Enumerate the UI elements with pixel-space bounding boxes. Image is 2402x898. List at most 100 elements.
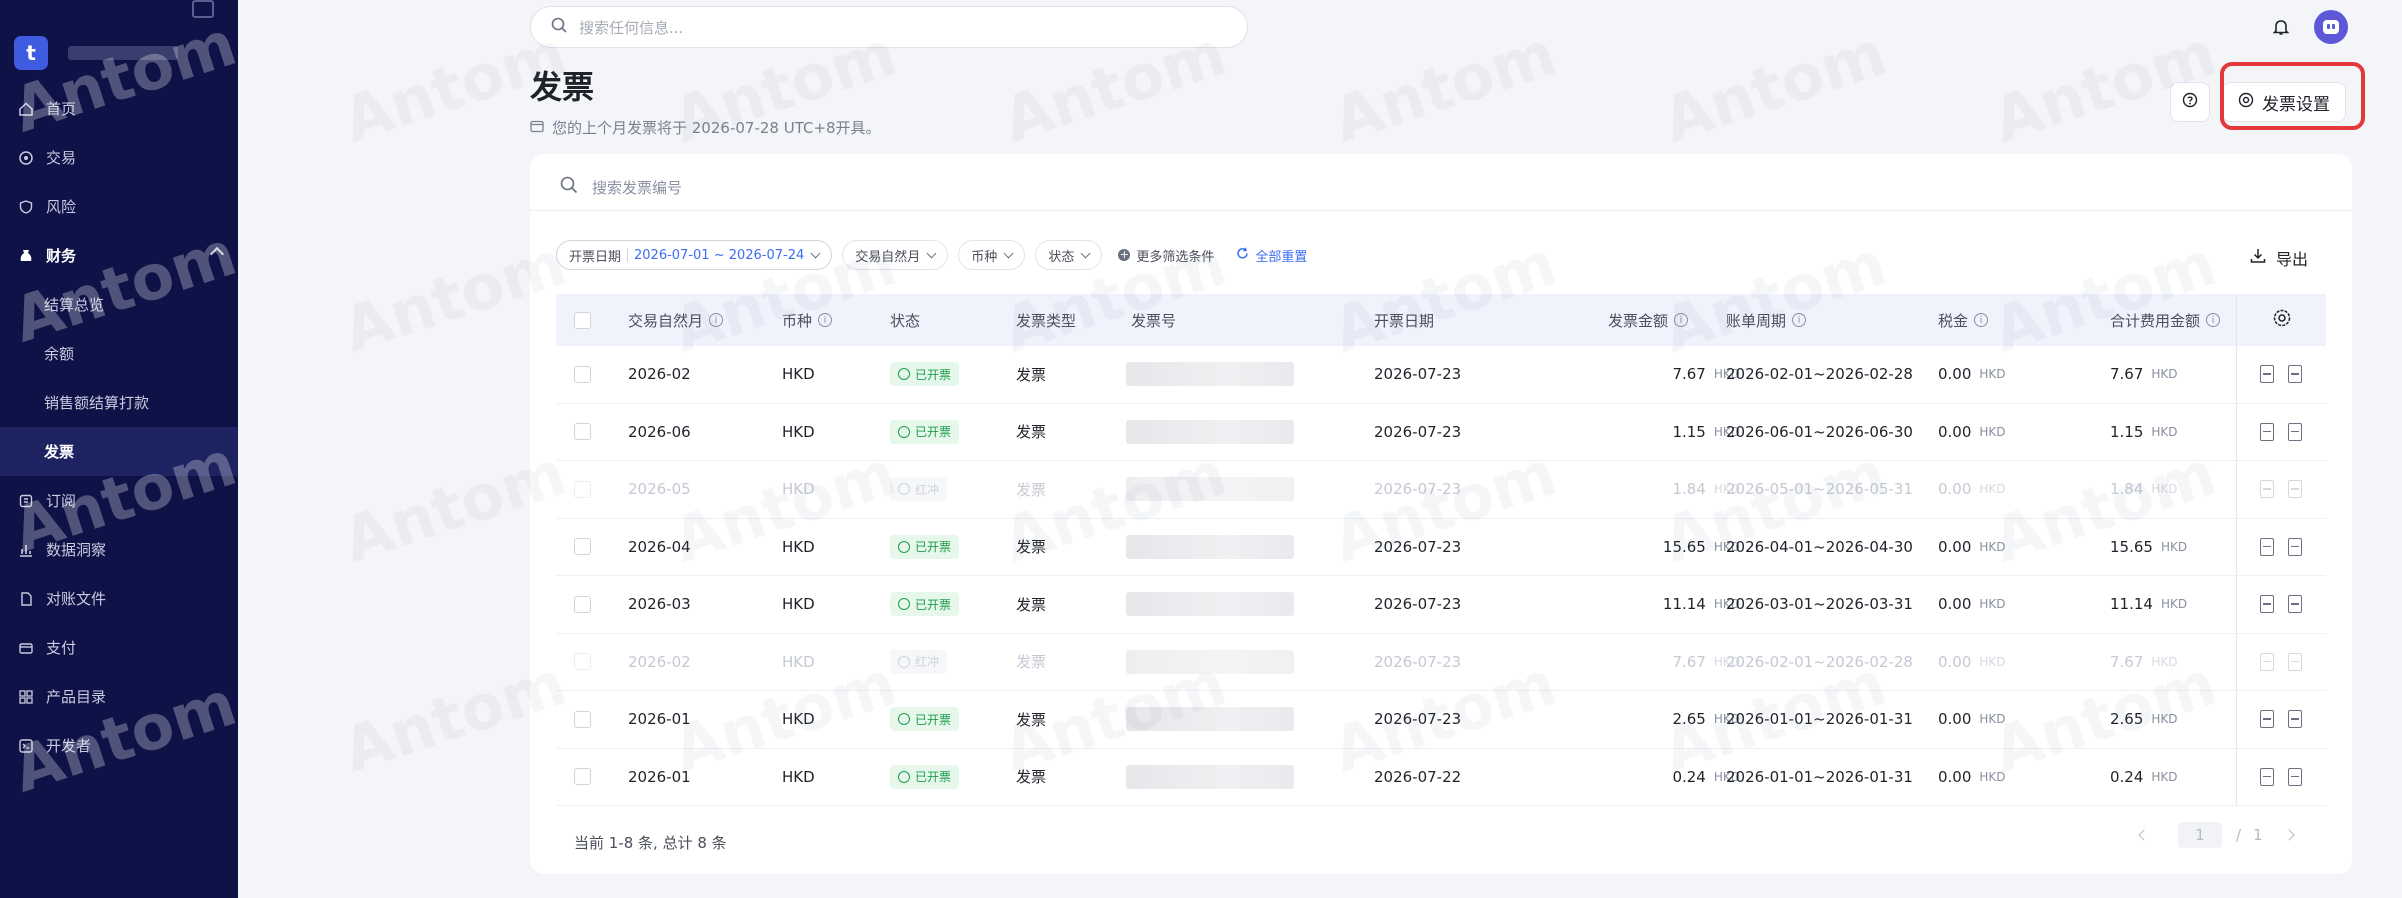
- table-row[interactable]: 2026-02 HKD 红冲 发票 2026-07-23 7.67 HKD 2026-02-0…: [556, 633, 2326, 691]
- export-button[interactable]: 导出: [2250, 246, 2308, 270]
- reset-all-button[interactable]: 全部重置: [1230, 246, 1307, 265]
- column-header[interactable]: 发票金额 i: [1608, 294, 1689, 346]
- table-row[interactable]: 2026-01 HKD 已开票 发票 2026-07-23 2.65 HKD 2026-01-…: [556, 691, 2326, 749]
- status-label: 已开票: [915, 425, 952, 440]
- sidebar-item-settlement-overview[interactable]: 结算总览: [0, 280, 238, 329]
- cell-tax: 0.00: [1938, 365, 1972, 384]
- table-row[interactable]: 2026-02 HKD 已开票 发票 2026-07-23 7.67 HKD 2026-02-…: [556, 346, 2326, 404]
- divider: [2236, 691, 2237, 748]
- download-invoice-icon[interactable]: [2288, 767, 2302, 786]
- column-header[interactable]: 交易自然月 i: [628, 294, 724, 346]
- sidebar-item-reconciliation-files[interactable]: 对账文件: [0, 574, 238, 623]
- column-settings-button[interactable]: [2272, 294, 2292, 346]
- sidebar-item-transactions[interactable]: 交易: [0, 133, 238, 182]
- sidebar-item-developer[interactable]: 开发者: [0, 721, 238, 770]
- view-invoice-icon[interactable]: [2260, 537, 2274, 556]
- column-header[interactable]: 账单周期 i: [1726, 294, 1807, 346]
- row-checkbox[interactable]: [574, 595, 591, 613]
- filter-label: 状态: [1048, 249, 1075, 265]
- view-invoice-icon[interactable]: [2260, 422, 2274, 441]
- cell-total-unit: HKD: [2151, 769, 2178, 784]
- table-row[interactable]: 2026-04 HKD 已开票 发票 2026-07-23 15.65 HKD 2026-04…: [556, 518, 2326, 576]
- invoice-number-search-input[interactable]: 搜索发票编号: [560, 176, 682, 198]
- cell-tax: 0.00: [1938, 710, 1972, 729]
- cell-month: 2026-02: [628, 365, 691, 384]
- status-filter[interactable]: 状态: [1035, 240, 1103, 270]
- view-invoice-icon[interactable]: [2260, 480, 2274, 499]
- table-row[interactable]: 2026-05 HKD 红冲 发票 2026-07-23 1.84 HKD 2026-05-0…: [556, 461, 2326, 519]
- status-label: 已开票: [915, 770, 952, 785]
- cell-billing-period: 2026-02-01~2026-02-28: [1726, 365, 1913, 384]
- invoice-date-filter[interactable]: 开票日期 2026-07-01 ~ 2026-07-24: [556, 240, 833, 270]
- current-page-input[interactable]: 1: [2178, 822, 2222, 848]
- row-checkbox[interactable]: [574, 710, 591, 728]
- row-checkbox[interactable]: [574, 653, 591, 671]
- sidebar-item-balance[interactable]: 余额: [0, 329, 238, 378]
- cell-amount: 15.65: [1662, 537, 1706, 556]
- download-invoice-icon[interactable]: [2288, 365, 2302, 384]
- chevron-left-icon[interactable]: [2138, 829, 2150, 841]
- cell-tax-unit: HKD: [1979, 424, 2006, 439]
- table-row[interactable]: 2026-06 HKD 已开票 发票 2026-07-23 1.15 HKD 2026-06-…: [556, 403, 2326, 461]
- download-invoice-icon[interactable]: [2288, 652, 2302, 671]
- help-button[interactable]: [2170, 82, 2210, 122]
- view-invoice-icon[interactable]: [2260, 365, 2274, 384]
- divider: [2236, 346, 2237, 403]
- download-invoice-icon[interactable]: [2288, 480, 2302, 499]
- cell-invoice-date: 2026-07-23: [1374, 365, 1462, 384]
- column-header[interactable]: 税金 i: [1938, 294, 1989, 346]
- cell-tax: 0.00: [1938, 767, 1972, 786]
- cell-total-unit: HKD: [2151, 424, 2178, 439]
- view-invoice-icon[interactable]: [2260, 595, 2274, 614]
- table-row[interactable]: 2026-03 HKD 已开票 发票 2026-07-23 11.14 HKD 2026-03…: [556, 576, 2326, 634]
- view-invoice-icon[interactable]: [2260, 652, 2274, 671]
- currency-filter[interactable]: 币种: [958, 240, 1026, 270]
- view-invoice-icon[interactable]: [2260, 710, 2274, 729]
- download-invoice-icon[interactable]: [2288, 537, 2302, 556]
- row-checkbox[interactable]: [574, 423, 591, 441]
- cell-total: 2.65: [2110, 710, 2144, 729]
- filter-label: 币种: [971, 249, 998, 265]
- sidebar-item-data-insights[interactable]: 数据洞察: [0, 525, 238, 574]
- table-row[interactable]: 2026-01 HKD 已开票 发票 2026-07-22 0.24 HKD 2026-01-…: [556, 748, 2326, 806]
- select-all-checkbox[interactable]: [574, 311, 591, 329]
- status-badge: 已开票: [890, 419, 960, 444]
- invoice-number-redacted: [1126, 477, 1294, 502]
- cell-tax-unit: HKD: [1979, 367, 2006, 382]
- row-checkbox[interactable]: [574, 480, 591, 498]
- row-checkbox[interactable]: [574, 365, 591, 383]
- column-header[interactable]: 币种 i: [782, 294, 833, 346]
- sidebar-item-risk[interactable]: 风险: [0, 182, 238, 231]
- cell-tax: 0.00: [1938, 652, 1972, 671]
- sidebar-item-label: 风险: [46, 198, 77, 216]
- sidebar-item-sales-payout[interactable]: 销售额结算打款: [0, 378, 238, 427]
- row-checkbox[interactable]: [574, 538, 591, 556]
- column-header[interactable]: 合计费用金额 i: [2110, 294, 2221, 346]
- invoice-settings-button[interactable]: 发票设置: [2222, 82, 2346, 122]
- row-checkbox[interactable]: [574, 768, 591, 786]
- download-invoice-icon[interactable]: [2288, 710, 2302, 729]
- avatar[interactable]: [2314, 10, 2348, 44]
- bell-icon[interactable]: [2266, 12, 2296, 42]
- sidebar-item-home[interactable]: 首页: [0, 84, 238, 133]
- plus-icon: +: [1118, 248, 1131, 261]
- sidebar-item-invoice[interactable]: 发票: [0, 427, 238, 476]
- cell-month: 2026-06: [628, 422, 691, 441]
- sidebar-item-payments[interactable]: 支付: [0, 623, 238, 672]
- sidebar-item-subscription[interactable]: 订阅: [0, 476, 238, 525]
- column-header: 发票号: [1131, 294, 1176, 346]
- merchant-switcher[interactable]: t: [14, 36, 178, 70]
- download-invoice-icon[interactable]: [2288, 595, 2302, 614]
- transaction-month-filter[interactable]: 交易自然月: [842, 240, 949, 270]
- chevron-right-icon[interactable]: [2282, 829, 2295, 841]
- sidebar-item-label: 产品目录: [46, 688, 107, 706]
- invoice-settings-label: 发票设置: [2262, 94, 2330, 115]
- column-label: 交易自然月: [628, 311, 704, 330]
- collapse-sidebar-icon[interactable]: [192, 0, 214, 18]
- global-search-input[interactable]: 搜索任何信息...: [530, 6, 1248, 48]
- sidebar-item-product-catalog[interactable]: 产品目录: [0, 672, 238, 721]
- more-filters-button[interactable]: + 更多筛选条件: [1112, 246, 1220, 265]
- view-invoice-icon[interactable]: [2260, 767, 2274, 786]
- sidebar-item-finance[interactable]: 财务: [0, 231, 238, 280]
- download-invoice-icon[interactable]: [2288, 422, 2302, 441]
